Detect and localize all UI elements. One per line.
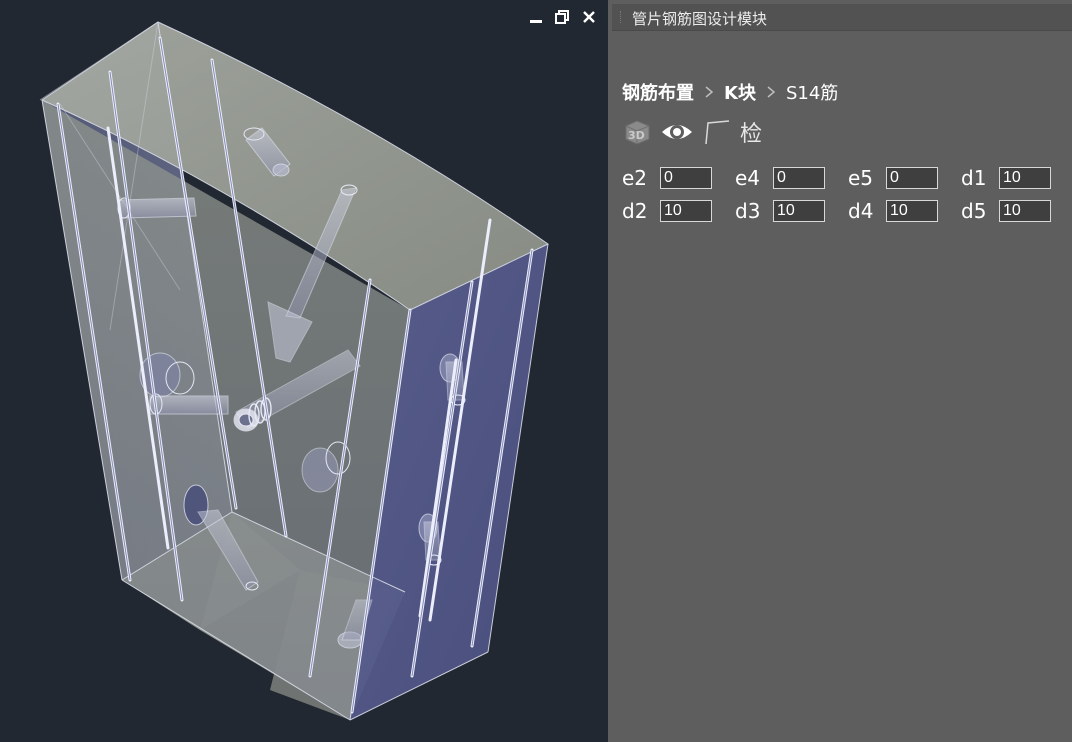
view-3d-icon[interactable]: 3D bbox=[622, 117, 652, 147]
param-d5: d5 bbox=[961, 199, 1051, 223]
param-label: d3 bbox=[735, 199, 761, 223]
param-d3: d3 bbox=[735, 199, 825, 223]
panel-toolbar: 3D 检 bbox=[622, 116, 770, 148]
panel-title: 管片钢筋图设计模块 bbox=[632, 10, 768, 28]
param-d1: d1 bbox=[961, 166, 1051, 190]
param-label: e5 bbox=[848, 166, 874, 190]
breadcrumb: 钢筋布置 K块 S14筋 bbox=[622, 78, 838, 106]
param-e2: e2 bbox=[622, 166, 712, 190]
param-d5-input[interactable] bbox=[999, 200, 1051, 222]
breadcrumb-item-rebar-layout[interactable]: 钢筋布置 bbox=[622, 79, 694, 105]
param-label: d5 bbox=[961, 199, 987, 223]
chevron-right-icon bbox=[766, 85, 776, 99]
panel-title-bar[interactable]: 管片钢筋图设计模块 bbox=[612, 4, 1072, 31]
section-icon[interactable] bbox=[702, 117, 732, 147]
param-e4: e4 bbox=[735, 166, 825, 190]
minimize-icon[interactable] bbox=[527, 8, 545, 26]
breadcrumb-item-k-block[interactable]: K块 bbox=[724, 79, 756, 105]
restore-icon[interactable] bbox=[553, 8, 571, 26]
param-e5: e5 bbox=[848, 166, 938, 190]
design-panel bbox=[608, 0, 1072, 742]
model-viewport[interactable] bbox=[0, 0, 608, 742]
param-d4-input[interactable] bbox=[886, 200, 938, 222]
drag-grip-icon[interactable] bbox=[620, 11, 624, 23]
check-button[interactable]: 检 bbox=[740, 116, 762, 148]
param-d1-input[interactable] bbox=[999, 167, 1051, 189]
param-d2-input[interactable] bbox=[660, 200, 712, 222]
param-label: d4 bbox=[848, 199, 874, 223]
eye-icon[interactable] bbox=[660, 117, 694, 147]
param-e2-input[interactable] bbox=[660, 167, 712, 189]
param-label: e4 bbox=[735, 166, 761, 190]
param-d4: d4 bbox=[848, 199, 938, 223]
segment-3d-model[interactable] bbox=[0, 0, 608, 742]
chevron-right-icon bbox=[704, 85, 714, 99]
param-label: e2 bbox=[622, 166, 648, 190]
param-label: d1 bbox=[961, 166, 987, 190]
param-d2: d2 bbox=[622, 199, 712, 223]
close-icon[interactable] bbox=[580, 8, 598, 26]
param-e4-input[interactable] bbox=[773, 167, 825, 189]
param-d3-input[interactable] bbox=[773, 200, 825, 222]
breadcrumb-item-s14[interactable]: S14筋 bbox=[786, 79, 838, 105]
param-e5-input[interactable] bbox=[886, 167, 938, 189]
param-label: d2 bbox=[622, 199, 648, 223]
svg-text:3D: 3D bbox=[628, 129, 645, 142]
